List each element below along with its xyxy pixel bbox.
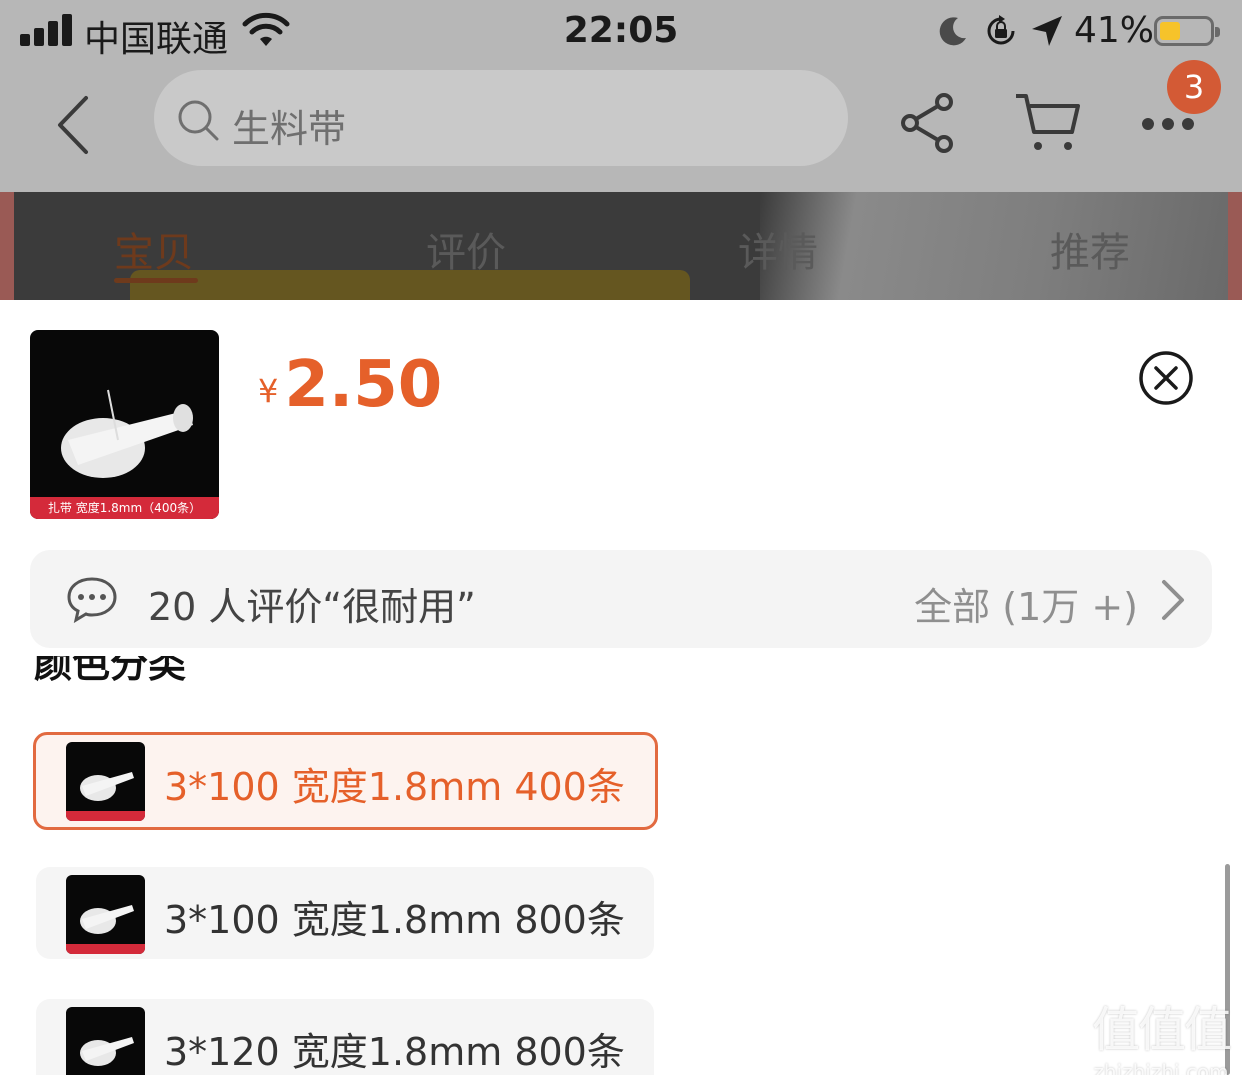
cable-tie-bundle-image — [61, 389, 193, 478]
do-not-disturb-icon — [939, 17, 966, 46]
close-icon[interactable] — [1138, 350, 1194, 406]
sku-thumbnail — [66, 1007, 145, 1075]
carrier-name: 中国联通 — [84, 19, 229, 60]
search-icon — [178, 100, 219, 141]
review-summary-bar[interactable]: 20 人评价“很耐用” 全部 (1万 +) — [30, 550, 1212, 648]
battery-icon — [1154, 16, 1220, 46]
review-summary-text: 20 人评价“很耐用” — [148, 585, 476, 629]
tab-baby[interactable]: 宝贝 — [114, 220, 194, 278]
chevron-right-icon — [1162, 580, 1184, 620]
banner-image — [760, 192, 1228, 300]
tab-reviews[interactable]: 评价 — [426, 220, 506, 278]
wifi-icon — [242, 12, 290, 46]
cable-tie-bundle-image — [80, 905, 134, 934]
battery-percent: 41% — [1074, 10, 1155, 51]
tab-recommend[interactable]: 推荐 — [1050, 220, 1130, 278]
cable-tie-bundle-image — [80, 772, 134, 801]
tab-details[interactable]: 详情 — [738, 220, 818, 278]
top-nav-bar: 生料带 3 — [0, 60, 1242, 192]
thumbnail-caption: 扎带 宽度1.8mm（400条） — [30, 497, 219, 519]
chat-bubble-icon — [67, 577, 117, 623]
share-icon[interactable] — [898, 92, 956, 154]
back-icon[interactable] — [48, 92, 100, 158]
sku-label: 3*100 宽度1.8mm 800条 — [164, 898, 625, 942]
price-currency: ¥ — [258, 372, 279, 410]
product-tabs: 宝贝 评价 详情 推荐 — [0, 192, 1242, 300]
search-placeholder: 生料带 — [232, 107, 347, 151]
cable-tie-bundle-image — [80, 1037, 134, 1066]
status-bar: 中国联通 22:05 41% — [0, 0, 1242, 64]
active-tab-underline — [114, 278, 198, 283]
banner-decoration — [130, 270, 690, 300]
cart-icon[interactable] — [1014, 92, 1082, 154]
site-watermark: 值值值 zhizhizhi.com — [1091, 990, 1232, 1075]
review-all-link[interactable]: 全部 (1万 +) — [914, 576, 1138, 631]
sku-selection-sheet: 扎带 宽度1.8mm（400条） ¥2.50 20 人评价“很耐用” 全部 (1… — [0, 300, 1242, 1075]
price: ¥2.50 — [258, 348, 442, 422]
sku-option[interactable]: 3*120 宽度1.8mm 800条 — [36, 999, 654, 1075]
cart-badge: 3 — [1167, 60, 1221, 114]
cellular-signal-icon — [20, 14, 72, 46]
watermark-logo: 值值值 — [1091, 1002, 1232, 1058]
location-arrow-icon — [1032, 16, 1062, 46]
rotation-lock-icon — [987, 15, 1015, 45]
search-input[interactable]: 生料带 — [154, 70, 848, 166]
section-title-color-category: 颜色分类 — [34, 656, 187, 686]
dimmed-product-page[interactable]: 中国联通 22:05 41% 生料带 3 宝贝 评价 详情 推荐 — [0, 0, 1242, 300]
price-amount: 2.50 — [284, 348, 443, 422]
sku-label: 3*120 宽度1.8mm 800条 — [164, 1030, 625, 1074]
sku-label: 3*100 宽度1.8mm 400条 — [164, 765, 625, 809]
sku-thumbnail — [66, 875, 145, 954]
sku-option-selected[interactable]: 3*100 宽度1.8mm 400条 — [33, 732, 658, 830]
product-thumbnail[interactable]: 扎带 宽度1.8mm（400条） — [30, 330, 219, 519]
sku-option[interactable]: 3*100 宽度1.8mm 800条 — [36, 867, 654, 959]
sku-thumbnail — [66, 742, 145, 821]
watermark-url: zhizhizhi.com — [1093, 1060, 1229, 1075]
